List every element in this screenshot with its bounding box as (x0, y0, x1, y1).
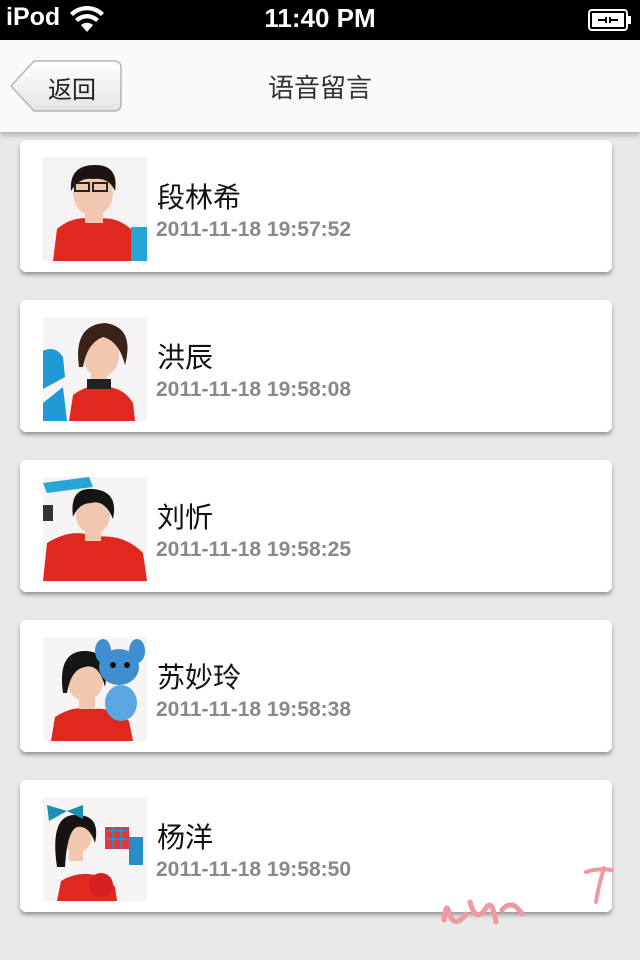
contact-name: 杨洋 (157, 821, 214, 854)
clock: 11:40 PM (264, 3, 376, 33)
message-timestamp: 2011-11-18 19:58:38 (156, 698, 351, 721)
contact-name: 苏妙玲 (157, 661, 242, 694)
message-timestamp: 2011-11-18 19:58:50 (156, 858, 351, 881)
contact-name: 刘忻 (157, 501, 214, 534)
list-item[interactable]: 刘忻 2011-11-18 19:58:25 (20, 460, 612, 592)
list-item[interactable]: 段林希 2011-11-18 19:57:52 (20, 140, 612, 272)
navigation-bar: 返回 语音留言 (0, 40, 640, 132)
list-item[interactable]: 洪辰 2011-11-18 19:58:08 (20, 300, 612, 432)
message-timestamp: 2011-11-18 19:57:52 (156, 218, 351, 241)
message-timestamp: 2011-11-18 19:58:25 (156, 538, 351, 561)
status-bar: iPod 11:40 PM (0, 0, 640, 40)
page-title: 语音留言 (267, 74, 372, 104)
avatar (43, 157, 147, 261)
avatar (43, 477, 147, 581)
message-timestamp: 2011-11-18 19:58:08 (156, 378, 351, 401)
background-watermark (436, 858, 636, 938)
contact-name: 段林希 (157, 181, 242, 214)
list-item[interactable]: 苏妙玲 2011-11-18 19:58:38 (20, 620, 612, 752)
avatar (43, 637, 147, 741)
avatar (43, 797, 147, 901)
contact-name: 洪辰 (157, 341, 214, 374)
avatar (43, 317, 147, 421)
battery-icon (588, 8, 632, 36)
